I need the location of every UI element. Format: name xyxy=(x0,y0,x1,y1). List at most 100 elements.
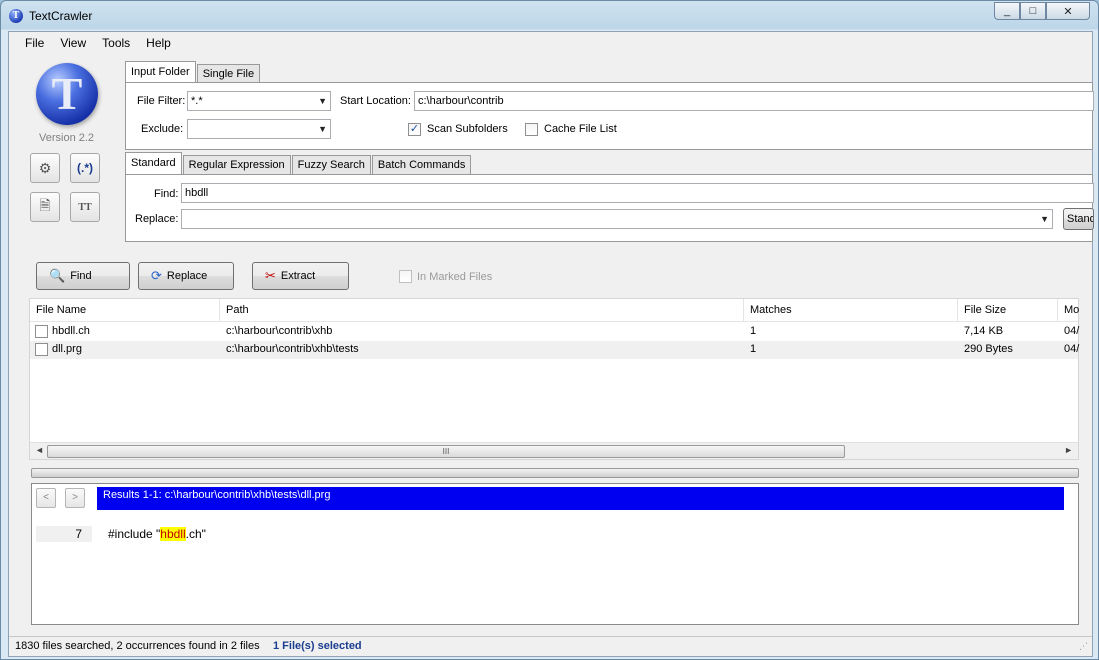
column-matches[interactable]: Matches xyxy=(744,299,958,322)
find-input[interactable]: hbdll xyxy=(181,183,1094,203)
table-row[interactable]: dll.prg c:\harbour\contrib\xhb\tests 1 2… xyxy=(30,341,1080,359)
chevron-down-icon: ▼ xyxy=(318,96,327,106)
app-logo: T xyxy=(36,63,98,125)
extract-button-label: Extract xyxy=(280,270,316,282)
table-row[interactable]: hbdll.ch c:\harbour\contrib\xhb 1 7,14 K… xyxy=(30,323,1080,341)
text-icon: TT xyxy=(78,201,92,213)
replace-dropdown[interactable]: ▼ xyxy=(181,209,1053,229)
table-header: File Name Path Matches File Size Mo xyxy=(30,299,1080,322)
status-summary: 1830 files searched, 2 occurrences found… xyxy=(15,640,260,652)
cell-file-size: 290 Bytes xyxy=(964,343,1013,355)
tab-single-file[interactable]: Single File xyxy=(196,64,261,83)
title-bar[interactable]: T TextCrawler _ □ ✕ xyxy=(1,1,1098,31)
cell-file-name: hbdll.ch xyxy=(52,325,90,337)
tab-batch-commands[interactable]: Batch Commands xyxy=(371,155,472,174)
results-header: Results 1-1: c:\harbour\contrib\xhb\test… xyxy=(97,487,1064,510)
search-mode-button[interactable]: Stand xyxy=(1063,208,1094,230)
input-folder-panel: File Filter: *.* ▼ Start Location: c:\ha… xyxy=(125,82,1094,150)
chevron-down-icon: ▼ xyxy=(1040,214,1049,224)
row-checkbox[interactable] xyxy=(35,343,48,356)
scan-subfolders-checkbox[interactable]: ✓ xyxy=(408,123,421,136)
code-text: #include " xyxy=(108,527,161,541)
scissors-icon: ✂ xyxy=(265,268,276,283)
next-result-button[interactable]: > xyxy=(65,488,85,508)
start-location-label: Start Location: xyxy=(340,95,411,107)
document-icon: 🗎 xyxy=(39,197,51,213)
tab-fuzzy-search[interactable]: Fuzzy Search xyxy=(291,155,371,174)
resize-grip-icon[interactable]: ⋰ xyxy=(1079,637,1088,656)
start-location-input[interactable]: c:\harbour\contrib xyxy=(414,91,1094,111)
line-number: 7 xyxy=(36,526,92,542)
menu-bar: File View Tools Help xyxy=(9,32,179,54)
scroll-right-icon[interactable]: ► xyxy=(1064,445,1073,455)
search-panel: Find: hbdll Replace: ▼ Stand xyxy=(125,174,1094,242)
cell-path: c:\harbour\contrib\xhb xyxy=(226,325,333,337)
text-tools-button[interactable]: TT xyxy=(70,192,100,222)
row-checkbox[interactable] xyxy=(35,325,48,338)
replace-button[interactable]: ⟳ Replace xyxy=(138,262,234,290)
cell-modified: 04/ xyxy=(1064,325,1080,337)
column-file-name[interactable]: File Name xyxy=(30,299,220,322)
app-icon: T xyxy=(9,9,23,23)
column-file-size[interactable]: File Size xyxy=(958,299,1058,322)
regex-tester-button[interactable]: (.*) xyxy=(70,153,100,183)
exclude-dropdown[interactable]: ▼ xyxy=(187,119,331,139)
minimize-button[interactable]: _ xyxy=(994,2,1020,20)
cell-file-size: 7,14 KB xyxy=(964,325,1004,337)
client-area: File View Tools Help T Version 2.2 ⚙ (.*… xyxy=(8,31,1094,657)
horizontal-scrollbar[interactable]: ◄ III ► xyxy=(30,442,1078,459)
column-modified[interactable]: Mo xyxy=(1058,299,1080,322)
cache-file-list-checkbox[interactable] xyxy=(525,123,538,136)
gear-icon: ⚙ xyxy=(38,159,52,176)
pane-splitter[interactable] xyxy=(31,468,1079,478)
menu-file[interactable]: File xyxy=(17,33,52,53)
search-mode-tabs: Standard Regular Expression Fuzzy Search… xyxy=(125,152,472,174)
settings-button[interactable]: ⚙ xyxy=(30,153,60,183)
find-label: Find: xyxy=(154,188,179,200)
file-filter-label: File Filter: xyxy=(137,95,186,107)
preview-pane: < > Results 1-1: c:\harbour\contrib\xhb\… xyxy=(31,483,1079,625)
regex-icon: (.*) xyxy=(77,161,93,175)
chevron-down-icon: ▼ xyxy=(318,124,327,134)
extract-button[interactable]: ✂ Extract xyxy=(252,262,349,290)
find-button-label: Find xyxy=(70,270,92,282)
in-marked-files-label: In Marked Files xyxy=(417,271,493,283)
status-selected: 1 File(s) selected xyxy=(273,640,362,652)
window-title: TextCrawler xyxy=(29,9,93,23)
close-button[interactable]: ✕ xyxy=(1046,2,1090,20)
match-highlight: hbdll xyxy=(160,527,186,541)
menu-tools[interactable]: Tools xyxy=(94,33,138,53)
action-toolbar: 🔍 Find ⟳ Replace ✂ Extract In Marked Fil… xyxy=(23,250,1090,298)
code-line: #include "hbdll.ch" xyxy=(108,526,206,542)
window-controls: _ □ ✕ xyxy=(994,2,1090,20)
previous-result-button[interactable]: < xyxy=(36,488,56,508)
replace-label: Replace: xyxy=(135,213,179,225)
maximize-button[interactable]: □ xyxy=(1020,2,1046,20)
cell-path: c:\harbour\contrib\xhb\tests xyxy=(226,343,359,355)
file-filter-dropdown[interactable]: *.* ▼ xyxy=(187,91,331,111)
scan-subfolders-label: Scan Subfolders xyxy=(427,123,508,135)
version-label: Version 2.2 xyxy=(39,132,95,144)
find-button[interactable]: 🔍 Find xyxy=(36,262,130,290)
in-marked-files-checkbox[interactable] xyxy=(399,270,412,283)
cell-modified: 04/ xyxy=(1064,343,1080,355)
menu-view[interactable]: View xyxy=(52,33,94,53)
file-filter-value: *.* xyxy=(191,95,203,107)
scroll-left-icon[interactable]: ◄ xyxy=(35,445,44,455)
input-tabs: Input Folder Single File xyxy=(125,61,261,83)
app-window: T TextCrawler _ □ ✕ File View Tools Help… xyxy=(0,0,1099,660)
replace-button-label: Replace xyxy=(166,270,208,282)
tab-regular-expression[interactable]: Regular Expression xyxy=(182,155,291,174)
menu-help[interactable]: Help xyxy=(138,33,179,53)
scrollbar-thumb[interactable]: III xyxy=(47,445,845,458)
tab-standard[interactable]: Standard xyxy=(125,152,182,174)
status-bar: 1830 files searched, 2 occurrences found… xyxy=(9,636,1092,656)
document-button[interactable]: 🗎 xyxy=(30,192,60,222)
code-text: .ch" xyxy=(185,527,206,541)
tab-input-folder[interactable]: Input Folder xyxy=(125,61,196,83)
column-path[interactable]: Path xyxy=(220,299,744,322)
cell-matches: 1 xyxy=(750,343,757,355)
magnifier-icon: 🔍 xyxy=(49,268,66,283)
exclude-label: Exclude: xyxy=(141,123,184,135)
cache-file-list-label: Cache File List xyxy=(544,123,617,135)
